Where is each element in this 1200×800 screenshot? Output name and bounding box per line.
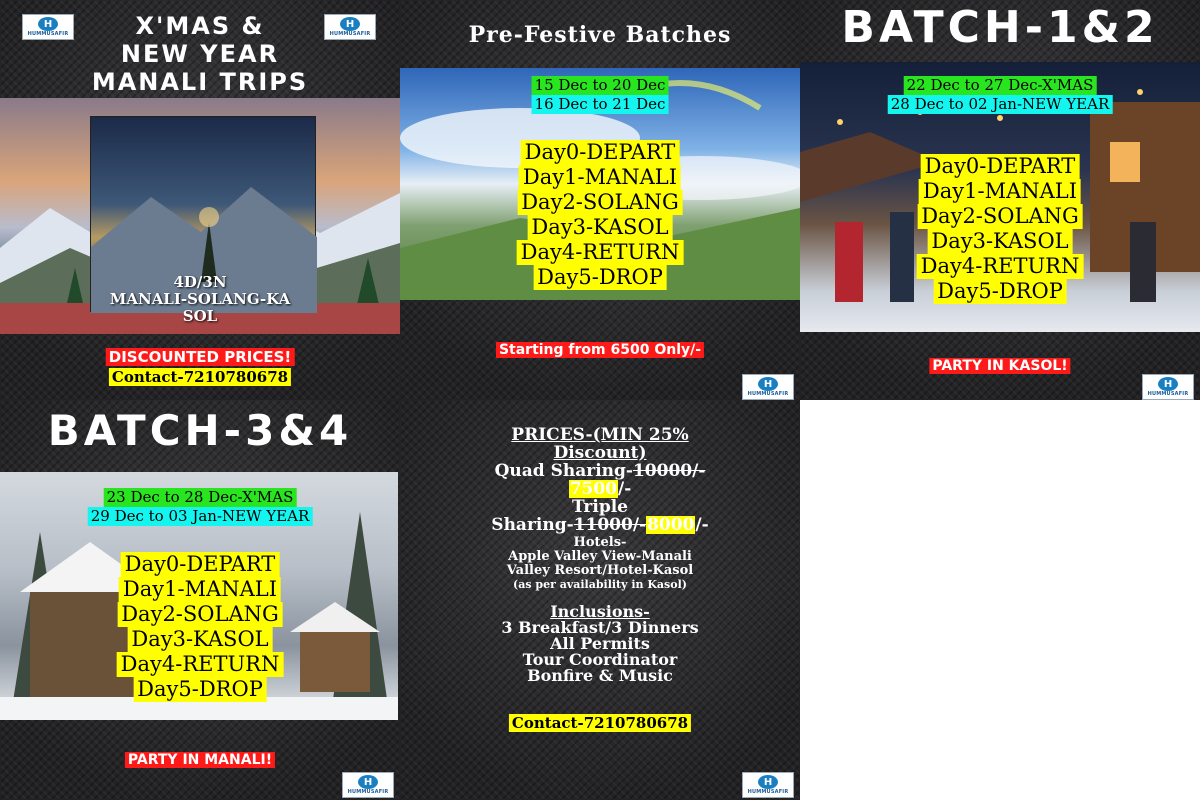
- hummusafir-logo: H HUMMUSAFIR: [742, 374, 794, 400]
- itinerary-day-2: Day2-SOLANG: [117, 602, 283, 627]
- date-batch-2: 28 Dec to 02 Jan-NEW YEAR: [887, 95, 1113, 114]
- hummusafir-logo: H HUMMUSAFIR: [742, 772, 794, 798]
- triple-sharing-label: Triple: [572, 497, 628, 517]
- itinerary-day-4: Day4-RETURN: [916, 254, 1084, 279]
- hotels-heading: Hotels-: [573, 535, 627, 550]
- itinerary-day-3: Day3-KASOL: [527, 215, 673, 240]
- itinerary-day-4: Day4-RETURN: [116, 652, 284, 677]
- availability-note: (as per availability in Kasol): [513, 578, 687, 591]
- party-manali-banner: PARTY IN MANALI!: [124, 752, 276, 768]
- itinerary-day-5: Day5-DROP: [133, 677, 267, 702]
- logo-mark-icon: H: [758, 377, 778, 391]
- date-batch-4: 29 Dec to 03 Jan-NEW YEAR: [87, 507, 313, 526]
- hummusafir-logo: H HUMMUSAFIR: [1142, 374, 1194, 400]
- prices-block: PRICES-(MIN 25% Discount) Quad Sharing-1…: [400, 426, 800, 592]
- duration-label: 4D/3N: [173, 273, 227, 291]
- contact-banner: Contact-7210780678: [508, 714, 692, 732]
- prices-heading: PRICES-(MIN 25% Discount): [511, 425, 689, 463]
- hotel-manali: Apple Valley View-Manali: [508, 549, 692, 564]
- title-line-2: NEW YEAR: [120, 40, 280, 68]
- itinerary-list: Day0-DEPART Day1-MANALI Day2-SOLANG Day3…: [116, 552, 284, 702]
- date-batch-3: 23 Dec to 28 Dec-X'MAS: [103, 488, 297, 507]
- triple-sharing-price: Sharing-11000/-8000/-: [491, 515, 709, 535]
- panel-prices-inclusions: PRICES-(MIN 25% Discount) Quad Sharing-1…: [400, 400, 800, 800]
- logo-text: HUMMUSAFIR: [1147, 391, 1189, 397]
- panel-xmas-newyear-poster: H HUMMUSAFIR H HUMMUSAFIR X'MAS & NEW YE…: [0, 0, 400, 400]
- hotels-block: Hotels- Apple Valley View-Manali Valley …: [400, 536, 800, 592]
- logo-mark-icon: H: [1158, 377, 1178, 391]
- panel-batch-3-4: BATCH-3&4 23 Dec to 28 Dec-X'MAS 29 Dec …: [0, 400, 400, 800]
- itinerary-day-1: Day1-MANALI: [118, 577, 282, 602]
- itinerary-day-2: Day2-SOLANG: [517, 190, 683, 215]
- logo-text: HUMMUSAFIR: [347, 789, 389, 795]
- party-kasol-banner: PARTY IN KASOL!: [929, 358, 1071, 374]
- batch-1-2-title: BATCH-1&2: [841, 2, 1159, 53]
- title-line-3: MANALI TRIPS: [91, 68, 309, 96]
- itinerary-day-3: Day3-KASOL: [127, 627, 273, 652]
- date-batch-a: 15 Dec to 20 Dec: [531, 76, 669, 95]
- poster-title: X'MAS & NEW YEAR MANALI TRIPS: [60, 12, 340, 96]
- inclusions-block: Inclusions- 3 Breakfast/3 Dinners All Pe…: [400, 604, 800, 684]
- batch-3-4-title: BATCH-3&4: [47, 406, 353, 455]
- pre-festive-title: Pre-Festive Batches: [468, 22, 732, 48]
- itinerary-day-0: Day0-DEPART: [120, 552, 280, 577]
- panel-batch-1-2: BATCH-1&2 22 Dec to 27 Dec-X'MAS 28 Dec …: [800, 0, 1200, 400]
- itinerary-day-4: Day4-RETURN: [516, 240, 684, 265]
- date-batch-1: 22 Dec to 27 Dec-X'MAS: [903, 76, 1097, 95]
- route-label-cont: SOL: [182, 307, 218, 325]
- itinerary-day-0: Day0-DEPART: [920, 154, 1080, 179]
- itinerary-day-5: Day5-DROP: [533, 265, 667, 290]
- panel-pre-festive: Pre-Festive Batches 15 Dec to 20 Dec 16 …: [400, 0, 800, 400]
- starting-price-banner: Starting from 6500 Only/-: [495, 342, 705, 358]
- inclusion-bonfire: Bonfire & Music: [527, 666, 673, 685]
- collage: H HUMMUSAFIR H HUMMUSAFIR X'MAS & NEW YE…: [0, 0, 1200, 800]
- hotel-kasol: Valley Resort/Hotel-Kasol: [506, 563, 694, 578]
- itinerary-list: Day0-DEPART Day1-MANALI Day2-SOLANG Day3…: [916, 154, 1084, 304]
- route-text: 4D/3N MANALI-SOLANG-KA SOL: [0, 274, 400, 325]
- discount-banner: DISCOUNTED PRICES!: [105, 348, 295, 366]
- itinerary-day-1: Day1-MANALI: [518, 165, 682, 190]
- batch-3-4-dates: 23 Dec to 28 Dec-X'MAS 29 Dec to 03 Jan-…: [87, 488, 313, 526]
- logo-text: HUMMUSAFIR: [747, 391, 789, 397]
- contact-banner: Contact-7210780678: [108, 368, 292, 386]
- logo-mark-icon: H: [340, 17, 360, 31]
- logo-mark-icon: H: [758, 775, 778, 789]
- title-line-1: X'MAS &: [135, 12, 265, 40]
- itinerary-day-0: Day0-DEPART: [520, 140, 680, 165]
- itinerary-day-5: Day5-DROP: [933, 279, 1067, 304]
- batch-1-2-dates: 22 Dec to 27 Dec-X'MAS 28 Dec to 02 Jan-…: [887, 76, 1113, 114]
- route-label: MANALI-SOLANG-KA: [109, 290, 291, 308]
- quad-sharing-price: Quad Sharing-10000/-: [494, 461, 706, 481]
- logo-text: HUMMUSAFIR: [747, 789, 789, 795]
- pre-festive-dates: 15 Dec to 20 Dec 16 Dec to 21 Dec: [531, 76, 669, 114]
- date-batch-b: 16 Dec to 21 Dec: [531, 95, 669, 114]
- hummusafir-logo: H HUMMUSAFIR: [342, 772, 394, 798]
- itinerary-list: Day0-DEPART Day1-MANALI Day2-SOLANG Day3…: [516, 140, 684, 290]
- logo-mark-icon: H: [358, 775, 378, 789]
- quad-sharing-new-price: 7500/-: [568, 479, 632, 499]
- logo-mark-icon: H: [38, 17, 58, 31]
- itinerary-day-1: Day1-MANALI: [918, 179, 1082, 204]
- itinerary-day-2: Day2-SOLANG: [917, 204, 1083, 229]
- itinerary-day-3: Day3-KASOL: [927, 229, 1073, 254]
